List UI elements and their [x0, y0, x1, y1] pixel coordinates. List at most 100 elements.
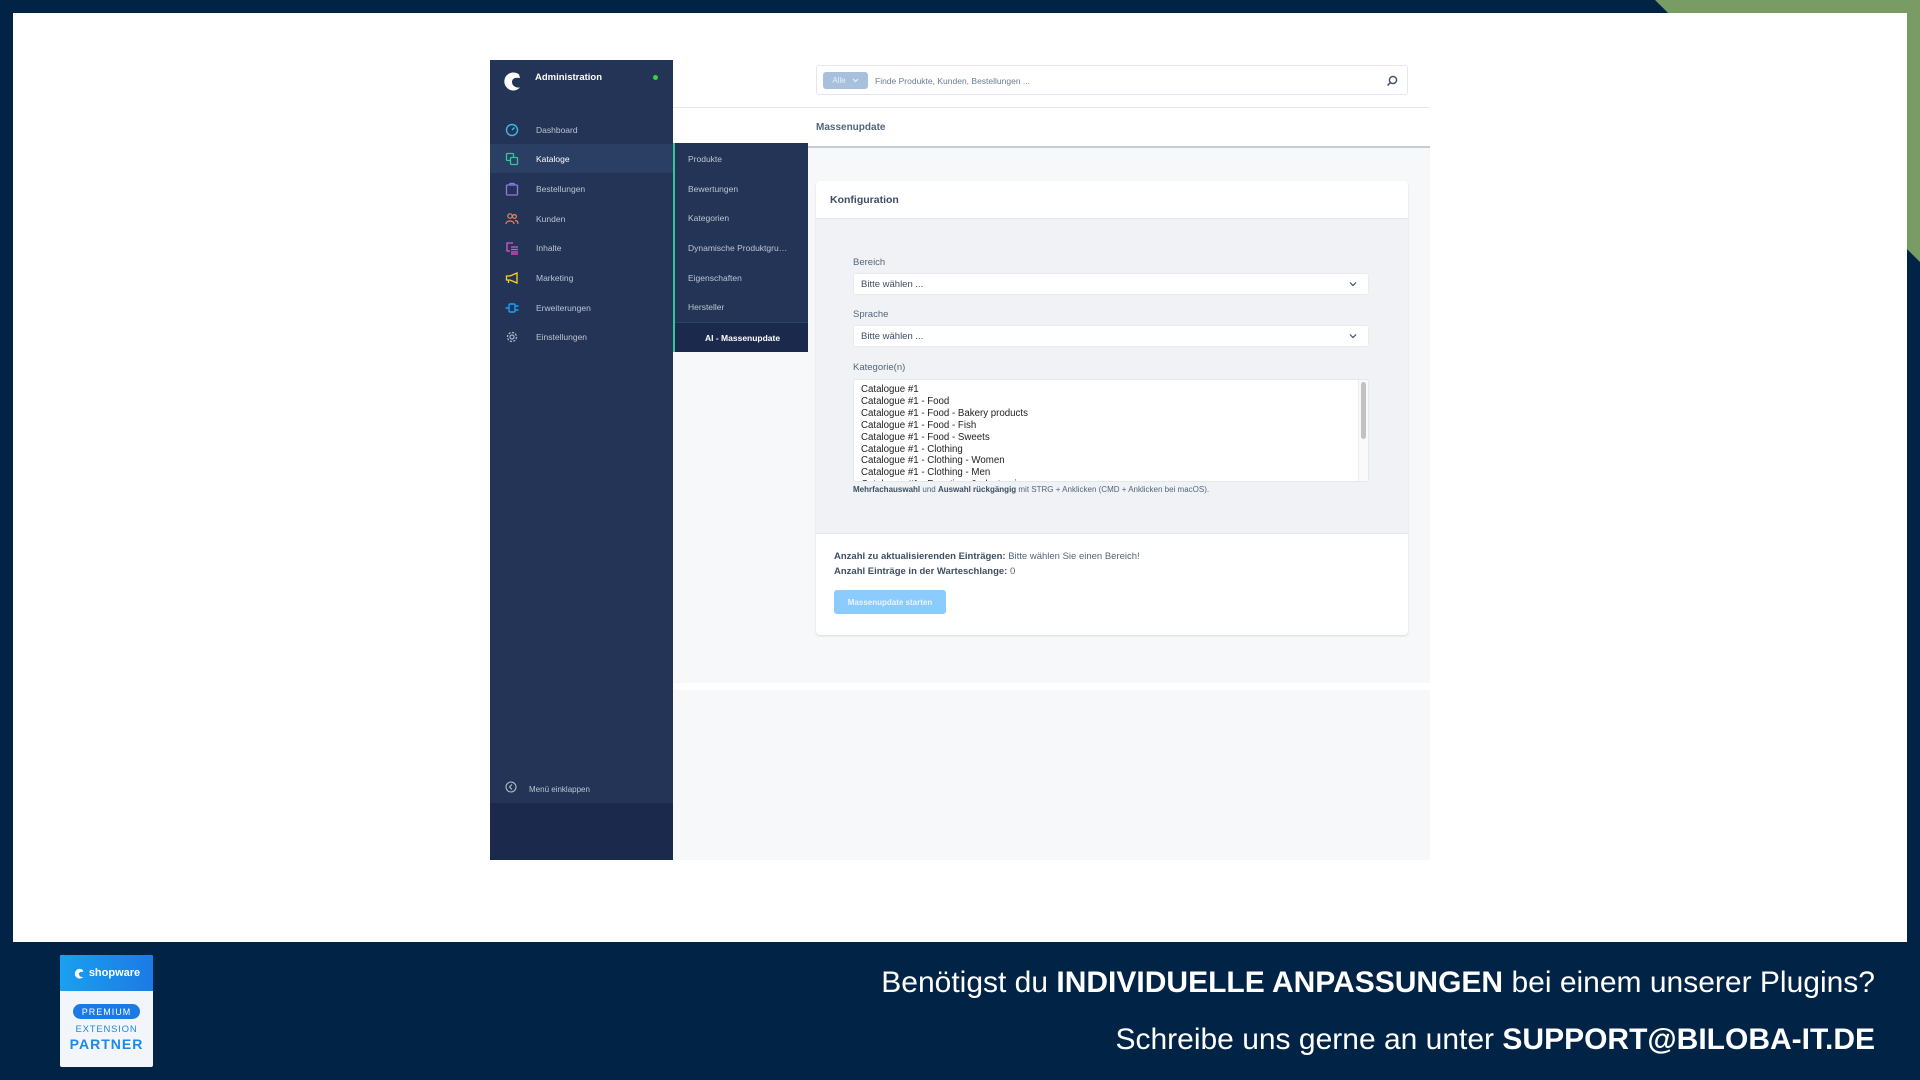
queue-entries-label: Anzahl Einträge in der Warteschlange:: [834, 566, 1008, 577]
shopware-logo-icon: [74, 968, 84, 979]
chevron-down-icon: [1349, 282, 1357, 287]
submenu-item-eigenschaften[interactable]: Eigenschaften: [675, 263, 808, 292]
entries-to-update-stat: Anzahl zu aktualisierenden Einträgen: Bi…: [834, 551, 1140, 562]
sidebar-item-label: Kataloge: [536, 153, 570, 164]
sidebar-item-label: Erweiterungen: [536, 302, 591, 313]
category-option[interactable]: Catalogue #1 - Food - Sweets: [861, 432, 1368, 444]
category-option[interactable]: Catalogue #1 - Free time & electronics: [861, 479, 1368, 481]
cta-highlight: INDIVIDUELLE ANPASSUNGEN: [1056, 966, 1504, 999]
gear-icon: [505, 330, 519, 344]
badge-line1: EXTENSION: [75, 1024, 138, 1035]
listbox-scrollbar-thumb[interactable]: [1361, 382, 1366, 439]
megaphone-icon: [505, 271, 519, 285]
submenu-item-ai-massenupdate[interactable]: AI - Massenupdate: [675, 322, 808, 352]
category-option[interactable]: Catalogue #1 - Food - Fish: [861, 420, 1368, 432]
help-bold-multiselect: Mehrfachauswahl: [853, 485, 921, 494]
collapse-menu-button[interactable]: Menü einklappen: [490, 775, 673, 803]
sprache-select-value: Bitte wählen ...: [861, 330, 924, 342]
support-email[interactable]: SUPPORT@BILOBA-IT.DE: [1502, 1023, 1875, 1056]
submenu-item-produkte[interactable]: Produkte: [675, 144, 808, 173]
sidebar-item-dashboard[interactable]: Dashboard: [490, 115, 673, 144]
bereich-label: Bereich: [853, 257, 886, 268]
search-input[interactable]: [875, 71, 1355, 91]
collapse-menu-label: Menü einklappen: [529, 784, 590, 794]
content-icon: [505, 241, 519, 255]
sidebar-footer: [490, 803, 673, 860]
queue-entries-stat: Anzahl Einträge in der Warteschlange: 0: [834, 566, 1015, 577]
category-option[interactable]: Catalogue #1 - Clothing - Men: [861, 467, 1368, 479]
cta-line-1: Benötigst du INDIVIDUELLE ANPASSUNGEN be…: [881, 966, 1875, 1000]
sprache-select[interactable]: Bitte wählen ...: [853, 325, 1369, 347]
gauge-icon: [505, 123, 519, 137]
cta-text: Benötigst du: [881, 966, 1057, 999]
catalog-icon: [505, 152, 519, 166]
category-option[interactable]: Catalogue #1 - Clothing - Women: [861, 455, 1368, 467]
shopware-partner-badge: shopware PREMIUM EXTENSION PARTNER: [60, 955, 153, 1067]
submenu-item-bewertungen[interactable]: Bewertungen: [675, 174, 808, 203]
category-option[interactable]: Catalogue #1: [861, 384, 1368, 396]
kategorien-multiselect[interactable]: Catalogue #1 Catalogue #1 - Food Catalog…: [853, 379, 1369, 482]
page-title: Massenupdate: [816, 122, 886, 133]
global-search: Alle: [816, 65, 1408, 95]
category-option[interactable]: Catalogue #1 - Clothing: [861, 444, 1368, 456]
entries-to-update-value: Bitte wählen Sie einen Bereich!: [1005, 551, 1140, 562]
sidebar-item-marketing[interactable]: Marketing: [490, 263, 673, 292]
cta-text: Schreibe uns gerne an unter: [1115, 1023, 1503, 1056]
search-icon[interactable]: [1385, 74, 1399, 88]
chevron-down-icon: [852, 78, 859, 83]
category-option[interactable]: Catalogue #1 - Food - Bakery products: [861, 408, 1368, 420]
sidebar-item-label: Bestellungen: [536, 183, 586, 194]
sidebar-item-kataloge[interactable]: Kataloge: [490, 144, 673, 173]
sprache-label: Sprache: [853, 309, 889, 320]
start-mass-update-button[interactable]: Massenupdate starten: [834, 590, 946, 614]
sidebar-item-label: Inhalte: [536, 242, 562, 253]
users-icon: [505, 212, 519, 226]
content-divider: [673, 683, 1430, 690]
submenu-item-hersteller[interactable]: Hersteller: [675, 292, 808, 321]
help-bold-deselect: Auswahl rückgängig: [937, 485, 1017, 494]
category-option[interactable]: Catalogue #1 - Food: [861, 396, 1368, 408]
sidebar-item-label: Marketing: [536, 272, 574, 283]
cta-line-2: Schreibe uns gerne an unter SUPPORT@BILO…: [1115, 1023, 1875, 1057]
sidebar-item-label: Dashboard: [536, 124, 578, 135]
search-type-label: Alle: [832, 76, 846, 85]
sidebar-item-label: Einstellungen: [536, 331, 588, 342]
catalog-submenu: Produkte Bewertungen Kategorien Dynamisc…: [673, 143, 808, 352]
top-bar: Alle: [673, 60, 1430, 108]
badge-line2: PARTNER: [69, 1036, 144, 1052]
badge-brand: shopware: [88, 967, 141, 979]
chevron-left-circle-icon: [505, 780, 517, 798]
submenu-item-dynamische-produktgruppen[interactable]: Dynamische Produktgru…: [675, 233, 808, 262]
help-text: und: [920, 485, 938, 494]
badge-brand-bar: shopware: [60, 955, 153, 991]
sidebar-item-bestellungen[interactable]: Bestellungen: [490, 174, 673, 203]
search-type-dropdown[interactable]: Alle: [823, 72, 868, 89]
cta-text: bei einem unserer Plugins?: [1503, 966, 1875, 999]
kategorien-label: Kategorie(n): [853, 362, 906, 373]
listbox-scrollbar-track[interactable]: [1358, 380, 1368, 481]
queue-entries-value: 0: [1007, 566, 1016, 577]
bereich-select[interactable]: Bitte wählen ...: [853, 273, 1369, 295]
submenu-item-kategorien[interactable]: Kategorien: [675, 203, 808, 232]
page-header: Massenupdate: [673, 108, 1430, 148]
badge-tier: PREMIUM: [73, 1004, 140, 1019]
card-title: Konfiguration: [830, 194, 899, 206]
multiselect-help-text: Mehrfachauswahl und Auswahl rückgängig m…: [853, 485, 1209, 494]
sidebar-item-erweiterungen[interactable]: Erweiterungen: [490, 293, 673, 322]
sidebar-item-inhalte[interactable]: Inhalte: [490, 233, 673, 262]
chevron-down-icon: [1349, 334, 1357, 339]
admin-sidebar: Administration Dashboard Kataloge Bestel…: [490, 60, 673, 860]
help-text: mit STRG + Anklicken (CMD + Anklicken be…: [1016, 485, 1210, 494]
app-title: Administration: [535, 72, 603, 83]
online-status-indicator: [653, 75, 658, 80]
plug-icon: [505, 301, 519, 315]
sidebar-item-label: Kunden: [536, 213, 566, 224]
shopware-logo-icon: [504, 72, 520, 91]
bereich-select-value: Bitte wählen ...: [861, 278, 924, 290]
sidebar-item-einstellungen[interactable]: Einstellungen: [490, 322, 673, 351]
entries-to-update-label: Anzahl zu aktualisierenden Einträgen:: [834, 551, 1006, 562]
configuration-card: Konfiguration Bereich Bitte wählen ... S…: [816, 181, 1408, 635]
shopping-bag-icon: [505, 182, 519, 196]
card-header: Konfiguration: [816, 181, 1408, 219]
sidebar-item-kunden[interactable]: Kunden: [490, 204, 673, 233]
